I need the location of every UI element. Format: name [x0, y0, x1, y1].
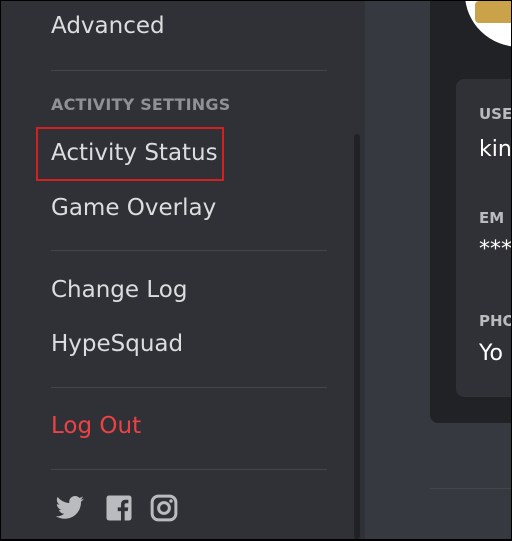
phone-label: PHO	[479, 312, 511, 330]
activity-settings-header: ACTIVITY SETTINGS	[51, 95, 231, 114]
instagram-icon[interactable]	[149, 493, 179, 523]
avatar-image	[475, 1, 511, 23]
twitter-icon[interactable]	[55, 493, 85, 523]
email-value: ***	[479, 237, 511, 262]
phone-value: Yo	[479, 341, 503, 366]
sidebar-divider	[51, 250, 327, 251]
scrollbar-thumb[interactable]	[354, 134, 360, 539]
facebook-icon[interactable]	[104, 493, 134, 523]
username-label: USE	[479, 105, 511, 123]
highlight-box	[36, 127, 224, 181]
sidebar-divider	[51, 387, 327, 388]
logout-button[interactable]: Log Out	[51, 411, 141, 441]
sidebar-divider	[51, 70, 327, 71]
username-value: kin	[479, 137, 511, 162]
sidebar-item-change-log[interactable]: Change Log	[51, 275, 187, 305]
sidebar-item-game-overlay[interactable]: Game Overlay	[51, 193, 216, 223]
sidebar-item-advanced[interactable]: Advanced	[51, 11, 165, 41]
settings-window: Advanced ACTIVITY SETTINGS Activity Stat…	[1, 1, 511, 539]
sidebar-divider	[51, 469, 327, 470]
content-divider	[430, 488, 511, 489]
sidebar-scrollbar[interactable]	[353, 1, 361, 539]
sidebar-item-hypesquad[interactable]: HypeSquad	[51, 329, 183, 359]
settings-sidebar: Advanced ACTIVITY SETTINGS Activity Stat…	[1, 1, 365, 539]
email-label: EM	[479, 209, 505, 227]
